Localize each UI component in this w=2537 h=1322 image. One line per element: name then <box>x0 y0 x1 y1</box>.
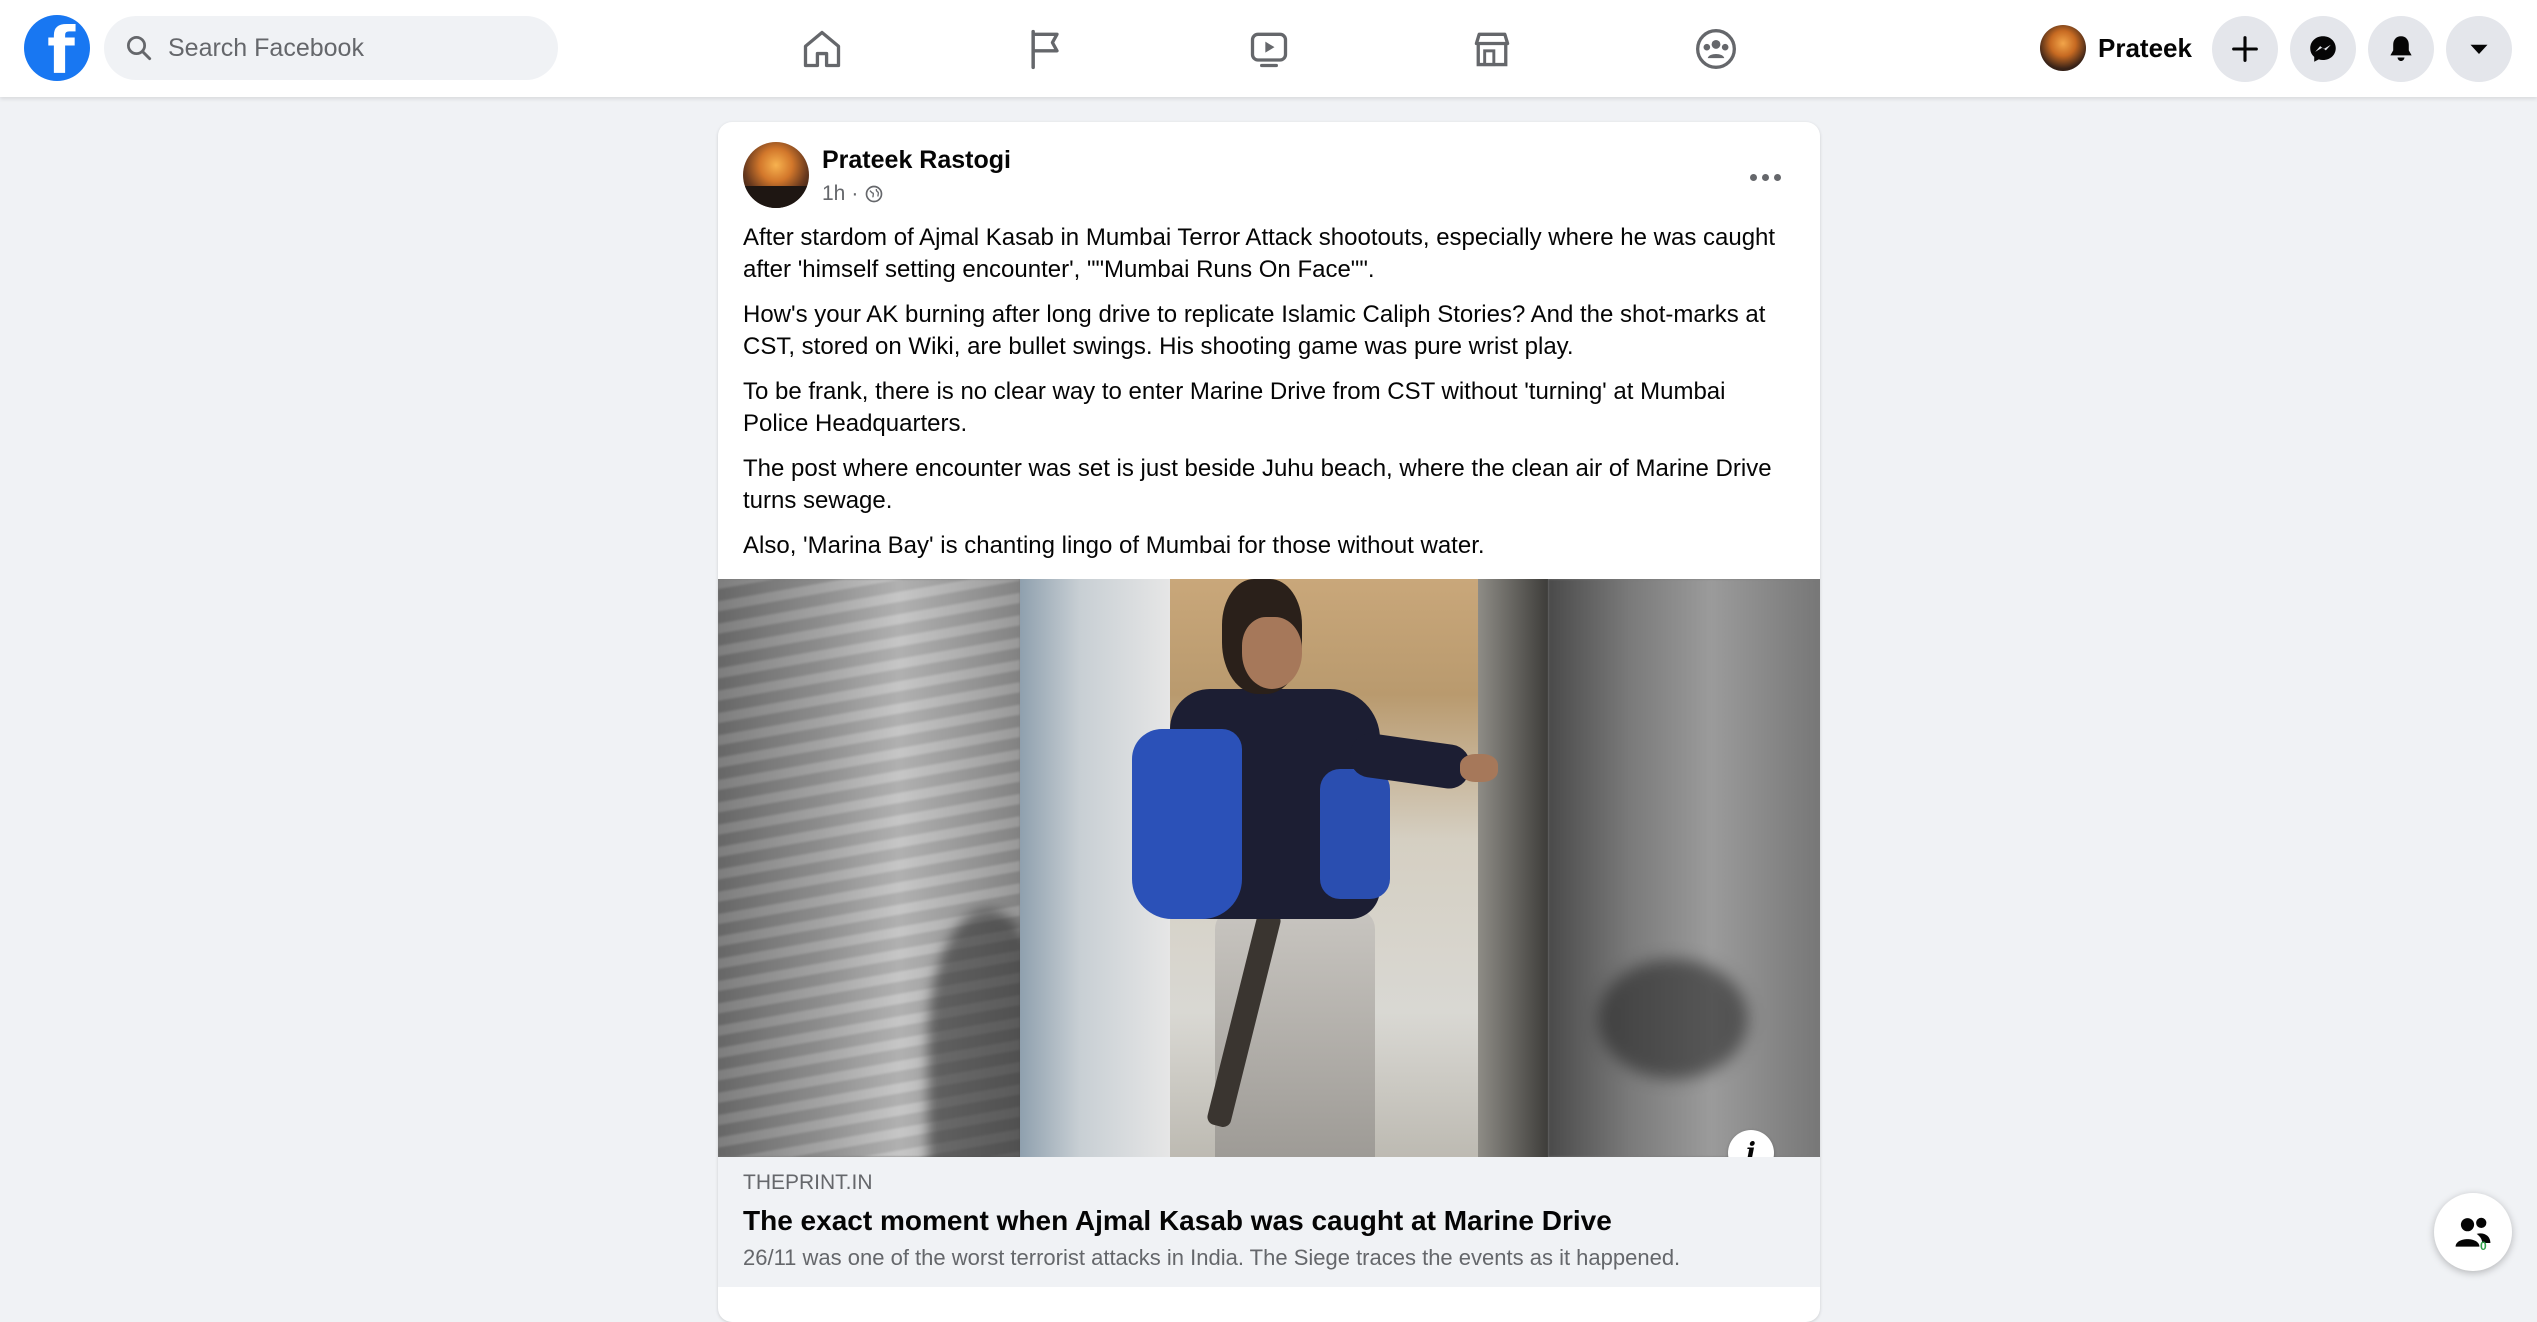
author-name[interactable]: Prateek Rastogi <box>822 146 1011 175</box>
post-paragraph: Also, 'Marina Bay' is chanting lingo of … <box>743 532 1485 559</box>
search-input[interactable] <box>166 32 546 64</box>
notifications-icon <box>2390 36 2412 62</box>
profile-shortcut[interactable]: Prateek <box>2034 16 2204 80</box>
link-domain: THEPRINT.IN <box>743 1171 873 1194</box>
top-navigation-bar: f Search Facebook Prateek <box>0 0 2537 97</box>
search-icon <box>127 36 152 61</box>
nav-groups-tab[interactable] <box>1681 14 1751 84</box>
post-paragraph: To be frank, there is no clear way to en… <box>743 378 1726 437</box>
post-options-button[interactable] <box>1740 162 1790 192</box>
nav-marketplace-tab[interactable] <box>1457 14 1527 84</box>
groups-icon <box>1696 29 1736 69</box>
feed-post: Prateek Rastogi 1h · After stardom of Aj… <box>718 122 1820 1322</box>
photo-figure-hand <box>1460 754 1498 782</box>
photo-pillar <box>1478 579 1548 1157</box>
people-icon <box>2455 1217 2491 1247</box>
avatar <box>2040 25 2086 71</box>
contacts-count-badge: 0 <box>2480 1239 2487 1253</box>
nav-pages-tab[interactable] <box>1011 14 1081 84</box>
more-dot-icon <box>1761 173 1769 181</box>
contacts-button[interactable]: 0 <box>2434 1193 2512 1271</box>
link-preview-card[interactable]: THEPRINT.IN The exact moment when Ajmal … <box>718 1157 1820 1287</box>
post-time[interactable]: 1h <box>822 182 845 206</box>
messenger-button[interactable] <box>2290 16 2356 82</box>
notifications-button[interactable] <box>2368 16 2434 82</box>
plus-icon <box>2232 36 2258 62</box>
post-meta: 1h · <box>822 182 884 206</box>
messenger-icon <box>2310 36 2336 62</box>
link-description: 26/11 was one of the worst terrorist att… <box>743 1245 1681 1270</box>
post-paragraph: After stardom of Ajmal Kasab in Mumbai T… <box>743 224 1776 283</box>
chevron-down-icon <box>2470 44 2488 54</box>
post-header: Prateek Rastogi 1h · <box>718 122 1820 222</box>
photo-backpack <box>1132 729 1242 919</box>
profile-name: Prateek <box>2098 32 2192 63</box>
link-title[interactable]: The exact moment when Ajmal Kasab was ca… <box>743 1205 1795 1237</box>
more-dot-icon <box>1773 173 1781 181</box>
nav-watch-tab[interactable] <box>1234 14 1304 84</box>
meta-separator: · <box>851 182 859 205</box>
image-blurred-left <box>718 579 1020 1157</box>
video-icon <box>1250 32 1288 68</box>
home-icon <box>803 30 841 68</box>
photo-figure-face <box>1242 617 1302 689</box>
post-text: After stardom of Ajmal Kasab in Mumbai T… <box>718 222 1820 562</box>
more-dot-icon <box>1749 173 1757 181</box>
image-blurred-right <box>1548 579 1820 1157</box>
link-preview-image[interactable] <box>718 579 1820 1157</box>
photo-backpack-strap <box>1320 769 1390 899</box>
search-box[interactable] <box>104 16 558 80</box>
nav-home-tab[interactable] <box>787 14 857 84</box>
account-menu-button[interactable] <box>2446 16 2512 82</box>
image-photo <box>1020 579 1548 1157</box>
globe-icon[interactable] <box>864 184 884 204</box>
create-button[interactable] <box>2212 16 2278 82</box>
facebook-logo[interactable]: f <box>24 15 90 81</box>
post-paragraph: How's your AK burning after long drive t… <box>743 301 1766 360</box>
store-icon <box>1474 32 1510 67</box>
flag-icon <box>1031 29 1059 70</box>
post-paragraph: The post where encounter was set is just… <box>743 455 1772 514</box>
author-avatar[interactable] <box>743 142 809 208</box>
